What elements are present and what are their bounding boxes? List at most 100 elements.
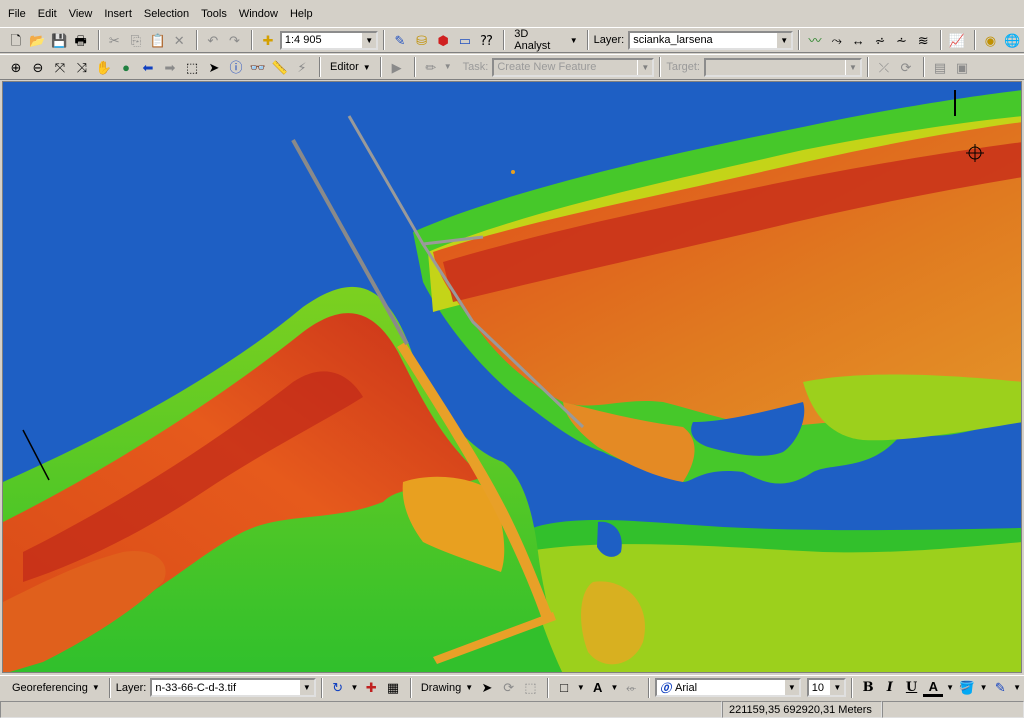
separator <box>108 677 111 698</box>
font-color-button[interactable]: A <box>923 679 944 697</box>
menu-view[interactable]: View <box>67 8 95 20</box>
font-size-combo[interactable]: 10 ▼ <box>806 678 847 697</box>
target-combo[interactable]: ▼ <box>704 57 862 77</box>
tools-toolbar: ⊕ ⊖ ⤧ ⤨ ✋ ● ⬅ ➡ ⬚ ➤ ⓘ 👓 📏 ⚡ Editor ▼ ▶ ✏… <box>0 54 1024 80</box>
select-pointer-icon[interactable]: ➤ <box>477 678 497 698</box>
chevron-down-icon[interactable]: ▼ <box>945 678 955 698</box>
layer-combo[interactable]: scianka_larsena ▼ <box>628 30 794 50</box>
editor-menu[interactable]: Editor ▼ <box>326 61 375 73</box>
undo-icon[interactable]: ↶ <box>203 30 223 50</box>
zoom-out-icon[interactable]: ⊖ <box>28 57 48 77</box>
rotate-graphic-icon[interactable]: ⟳ <box>499 678 519 698</box>
menu-edit[interactable]: Edit <box>36 8 59 20</box>
chevron-down-icon[interactable]: ▼ <box>776 32 792 48</box>
menu-window[interactable]: Window <box>237 8 280 20</box>
add-control-points-icon[interactable]: ✚ <box>361 678 381 698</box>
select-features-icon[interactable]: ⬚ <box>182 57 202 77</box>
menu-tools[interactable]: Tools <box>199 8 229 20</box>
chevron-down-icon[interactable]: ▼ <box>829 680 845 695</box>
arcglobe-icon[interactable]: 🌐 <box>1002 30 1022 50</box>
elevation-raster[interactable] <box>3 82 1022 673</box>
edit-vertices-icon[interactable]: ⬰ <box>621 678 641 698</box>
new-document-icon[interactable]: 🗋 <box>6 30 26 50</box>
fill-color-icon[interactable]: 🪣 <box>957 678 977 698</box>
identify-icon[interactable]: ⓘ <box>226 57 246 77</box>
chevron-down-icon[interactable]: ▼ <box>350 678 360 698</box>
paste-icon[interactable]: 📋 <box>148 30 168 50</box>
zoom-in-icon[interactable]: ⊕ <box>6 57 26 77</box>
separator <box>867 57 869 77</box>
rotate-tool-icon[interactable]: ⟳ <box>896 57 916 77</box>
scale-combo[interactable]: 1:4 905 ▼ <box>279 30 379 50</box>
line-of-sight-icon[interactable]: ↔ <box>848 30 868 50</box>
status-extra <box>882 701 1024 718</box>
back-arrow-icon[interactable]: ⬅ <box>138 57 158 77</box>
menu-help[interactable]: Help <box>288 8 315 20</box>
chevron-down-icon[interactable]: ▼ <box>361 32 377 48</box>
add-data-icon[interactable]: ✚ <box>258 30 278 50</box>
map-display[interactable] <box>2 81 1022 673</box>
steepest-path-icon[interactable]: ⤳ <box>827 30 847 50</box>
select-elements-icon[interactable]: ➤ <box>204 57 224 77</box>
zoom-to-selected-icon[interactable]: ⬚ <box>521 678 541 698</box>
line-color-icon[interactable]: ✎ <box>991 678 1011 698</box>
font-name-combo[interactable]: ⓪ Arial ▼ <box>655 678 801 697</box>
fixed-zoom-out-icon[interactable]: ⤨ <box>72 57 92 77</box>
view-link-table-icon[interactable]: ▦ <box>383 678 403 698</box>
drawing-menu[interactable]: Drawing ▼ <box>417 682 477 694</box>
arcscene-icon[interactable]: ◉ <box>981 30 1001 50</box>
chevron-down-icon[interactable]: ▼ <box>1012 678 1022 698</box>
chevron-down-icon[interactable]: ▼ <box>443 57 453 77</box>
forward-arrow-icon[interactable]: ➡ <box>160 57 180 77</box>
save-icon[interactable]: 💾 <box>49 30 69 50</box>
chevron-down-icon[interactable]: ▼ <box>576 678 586 698</box>
georef-layer-combo[interactable]: n-33-66-C-d-3.tif ▼ <box>150 678 316 697</box>
whats-this-help-icon[interactable]: ⁇ <box>477 30 497 50</box>
full-extent-globe-icon[interactable]: ● <box>116 57 136 77</box>
italic-button[interactable]: I <box>880 678 900 698</box>
split-tool-icon[interactable]: ⤫ <box>874 57 894 77</box>
interpolate-line-icon[interactable]: ⩪ <box>892 30 912 50</box>
profile-graph-icon[interactable]: 📈 <box>947 30 967 50</box>
georeferencing-menu[interactable]: Georeferencing ▼ <box>8 682 104 694</box>
chevron-down-icon[interactable]: ▼ <box>845 59 860 75</box>
bold-button[interactable]: B <box>858 678 878 698</box>
cut-icon[interactable]: ✂ <box>105 30 125 50</box>
sketch-properties-icon[interactable]: ▣ <box>952 57 972 77</box>
edit-tool-icon[interactable]: ▶ <box>387 57 407 77</box>
delete-icon[interactable]: ✕ <box>169 30 189 50</box>
interpolate-point-icon[interactable]: ⩫ <box>870 30 890 50</box>
sketch-tool-icon[interactable]: ✏ <box>421 57 441 77</box>
interpolate-polygon-icon[interactable]: ≋ <box>913 30 933 50</box>
redo-icon[interactable]: ↷ <box>225 30 245 50</box>
attributes-icon[interactable]: ▤ <box>930 57 950 77</box>
contour-icon[interactable]: 〰 <box>805 30 825 50</box>
rotate-icon[interactable]: ↻ <box>328 678 348 698</box>
task-combo[interactable]: Create New Feature ▼ <box>492 57 655 77</box>
arccatalog-icon[interactable]: ⛁ <box>412 30 432 50</box>
3d-analyst-menu[interactable]: 3D Analyst ▼ <box>510 28 581 52</box>
chevron-down-icon[interactable]: ▼ <box>609 678 619 698</box>
find-binoculars-icon[interactable]: 👓 <box>248 57 268 77</box>
chevron-down-icon[interactable]: ▼ <box>783 680 799 695</box>
chevron-down-icon[interactable]: ▼ <box>298 680 314 695</box>
menu-file[interactable]: File <box>6 8 28 20</box>
hyperlink-icon[interactable]: ⚡ <box>292 57 312 77</box>
arctoolbox-icon[interactable]: ⬢ <box>433 30 453 50</box>
editor-toolbar-icon[interactable]: ✎ <box>390 30 410 50</box>
text-tool-button[interactable]: A <box>588 678 608 698</box>
fixed-zoom-in-icon[interactable]: ⤧ <box>50 57 70 77</box>
chevron-down-icon: ▼ <box>362 62 371 72</box>
underline-button[interactable]: U <box>902 678 922 698</box>
chevron-down-icon[interactable]: ▼ <box>979 678 989 698</box>
chevron-down-icon[interactable]: ▼ <box>637 59 653 75</box>
rectangle-icon[interactable]: □ <box>554 678 574 698</box>
menu-selection[interactable]: Selection <box>142 8 191 20</box>
menu-insert[interactable]: Insert <box>102 8 134 20</box>
pan-hand-icon[interactable]: ✋ <box>94 57 114 77</box>
measure-icon[interactable]: 📏 <box>270 57 290 77</box>
copy-icon[interactable]: ⎘ <box>126 30 146 50</box>
command-line-icon[interactable]: ▭ <box>455 30 475 50</box>
print-icon[interactable]: 🖶 <box>71 30 91 50</box>
open-folder-icon[interactable]: 📂 <box>28 30 48 50</box>
